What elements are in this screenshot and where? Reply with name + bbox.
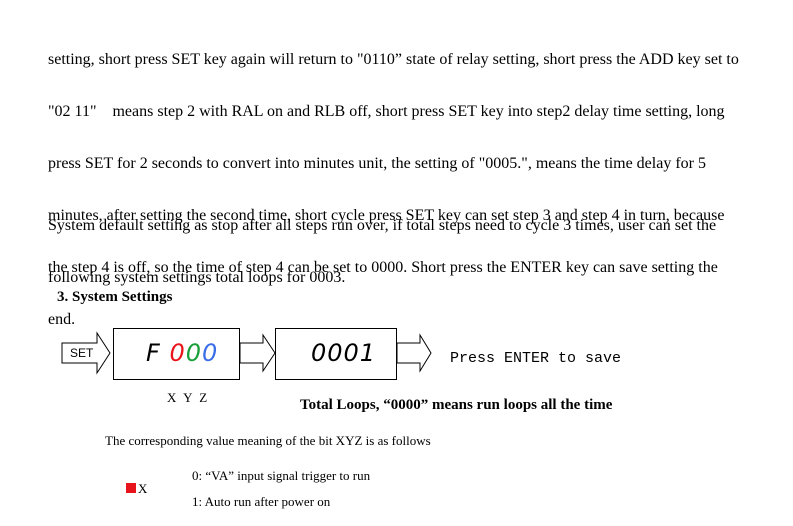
bit-intro: The corresponding value meaning of the b…	[105, 433, 431, 448]
red-square-icon	[126, 483, 136, 493]
bit-x-option-1: 1: Auto run after power on	[192, 494, 331, 509]
loops-value: 0001	[311, 339, 377, 367]
arrow-right-icon	[239, 333, 276, 373]
bit-x-label: X	[126, 481, 147, 497]
digit-x: 0	[169, 339, 186, 367]
display-prefix: F	[146, 339, 161, 367]
arrow-right-icon	[396, 333, 432, 373]
press-enter-text: Press ENTER to save	[450, 350, 622, 367]
digit-z: 0	[202, 339, 219, 367]
total-loops-caption: Total Loops, “0000” means run loops all …	[300, 397, 613, 413]
bit-x-text: X	[138, 481, 148, 496]
display-total-loops: 0001	[275, 328, 397, 380]
display-system-code: F 000	[113, 328, 240, 380]
set-key-label: SET	[70, 346, 94, 360]
bit-x-option-0: 0: “VA” input signal trigger to run	[192, 468, 371, 483]
xyz-label: X Y Z	[167, 390, 210, 405]
digit-y: 0	[185, 339, 203, 367]
